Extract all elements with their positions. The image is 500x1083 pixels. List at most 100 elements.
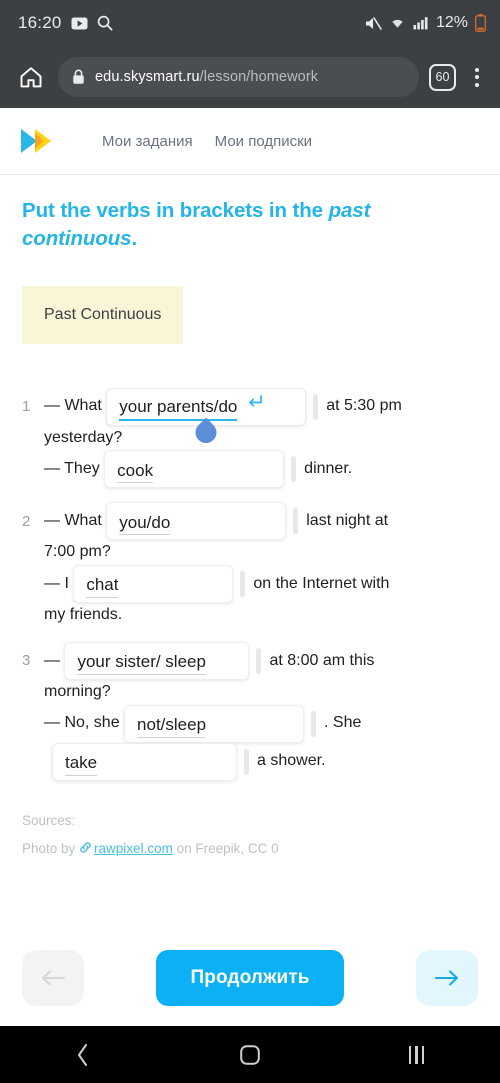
question-text: . She (324, 714, 362, 732)
answer-input-1[interactable]: your parents/do (106, 387, 307, 447)
site-header: Мои задания Мои подписки (0, 108, 500, 175)
enter-key-icon[interactable] (246, 393, 263, 418)
android-recents-button[interactable] (382, 1026, 452, 1083)
answer-input-5[interactable]: your sister/ sleep (64, 641, 250, 680)
question-text: — What (44, 397, 107, 415)
android-navigation-bar (0, 1026, 500, 1083)
answer-value: chat (86, 576, 119, 599)
home-square-icon (240, 1044, 260, 1065)
continue-button[interactable]: Продолжить (156, 950, 344, 1006)
question-text: my friends. (44, 606, 123, 624)
task-title-plain: Put the verbs in brackets in the (22, 199, 329, 222)
next-task-button[interactable] (416, 950, 478, 1006)
tab-count-button[interactable]: 60 (429, 63, 456, 91)
question-text: morning? (44, 682, 111, 700)
question-text: a shower. (257, 752, 326, 770)
question-number: 1 (22, 397, 31, 415)
source-link-rawpixel[interactable]: rawpixel.com (94, 841, 173, 856)
sources-prefix: Photo by (22, 841, 80, 857)
sources-suffix: on Freepik, CC 0 (172, 841, 279, 857)
answer-blank-wrapper: your sister/ sleep (64, 641, 269, 680)
youtube-icon (71, 17, 88, 30)
mute-icon (365, 16, 382, 31)
browser-home-button[interactable] (14, 60, 48, 94)
question-text: — (44, 651, 65, 669)
sources-heading: Sources: (22, 812, 76, 828)
home-icon (20, 67, 42, 88)
answer-value: you/do (119, 513, 171, 536)
battery-icon (475, 14, 486, 32)
sources-credit: Photo by rawpixel.com on Freepik, CC 0 (22, 835, 480, 863)
question-text: — What (44, 511, 107, 529)
question-line: take a shower. (22, 742, 480, 781)
question-line: yesterday? (22, 426, 480, 451)
question-text: — They (44, 459, 105, 477)
question-line: 1 — What your parents/do at 5:30 pm (22, 387, 480, 447)
question-line: morning? (22, 680, 480, 705)
android-status-bar: 16:20 12% (0, 0, 500, 46)
question-text: — No, she (44, 714, 125, 732)
answer-input-2[interactable]: cook (104, 450, 285, 489)
skysmart-logo[interactable] (18, 124, 64, 158)
kebab-dot (475, 67, 479, 72)
previous-task-button[interactable] (22, 950, 84, 1006)
task-title: Put the verbs in brackets in the past co… (22, 197, 480, 254)
wifi-icon (389, 16, 406, 30)
android-back-button[interactable] (48, 1026, 118, 1083)
status-bar-clock: 16:20 (18, 13, 62, 32)
question-text: 7:00 pm? (44, 543, 111, 561)
question-line: my friends. (22, 603, 480, 628)
blank-spacer (293, 508, 299, 535)
answer-blank-wrapper: your parents/do (106, 387, 326, 447)
answer-blank-wrapper: you/do (106, 502, 306, 541)
answer-blank-wrapper: not/sleep (124, 704, 324, 743)
question-item: 1 — What your parents/do at 5:30 pm yest… (22, 387, 480, 489)
question-number: 2 (22, 512, 31, 530)
browser-menu-button[interactable] (466, 67, 488, 87)
question-text: at 8:00 am this (269, 651, 375, 669)
sources-section: Sources: Photo by rawpixel.com on Freepi… (22, 807, 480, 864)
lock-icon (72, 69, 85, 85)
question-line: — No, she not/sleep . She (22, 704, 480, 743)
link-icon (79, 835, 92, 863)
blank-spacer (240, 571, 246, 598)
recents-bar (421, 1045, 425, 1064)
kebab-dot (475, 75, 479, 79)
question-text: last night at (306, 511, 389, 529)
answer-input-4[interactable]: chat (73, 565, 234, 604)
question-item: 3 — your sister/ sleep at 8:00 am this m… (22, 641, 480, 781)
answer-blank-wrapper: take (52, 742, 257, 781)
blank-spacer (244, 748, 249, 775)
recents-bar (408, 1045, 412, 1064)
url-path: /lesson/homework (199, 69, 319, 85)
answer-value: take (65, 753, 98, 776)
question-text: at 5:30 pm (326, 397, 402, 415)
answer-input-3[interactable]: you/do (106, 502, 287, 541)
answer-input-6[interactable]: not/sleep (124, 704, 305, 743)
question-line: 7:00 pm? (22, 540, 480, 565)
nav-item-my-subscriptions[interactable]: Мои подписки (215, 133, 312, 150)
nav-item-my-tasks[interactable]: Мои задания (102, 133, 193, 150)
task-content: Put the verbs in brackets in the past co… (0, 175, 500, 863)
url-domain: edu.skysmart.ru (95, 69, 200, 85)
blank-spacer (256, 647, 262, 674)
task-title-period: . (131, 227, 138, 251)
blank-spacer (313, 393, 319, 420)
questions-list: 1 — What your parents/do at 5:30 pm yest… (22, 387, 480, 781)
android-home-button[interactable] (215, 1026, 285, 1083)
answer-value: cook (117, 461, 154, 484)
blank-spacer (291, 456, 297, 483)
grammar-tag-badge: Past Continuous (22, 285, 184, 344)
question-text: yesterday? (44, 428, 123, 446)
signal-icon (413, 16, 429, 30)
answer-blank-wrapper: chat (73, 565, 253, 604)
browser-url-bar[interactable]: edu.skysmart.ru/lesson/homework (58, 57, 419, 97)
question-line: — They cook dinner. (22, 450, 480, 489)
answer-input-7[interactable]: take (52, 742, 237, 781)
question-text: on the Internet with (253, 574, 390, 592)
blank-spacer (311, 710, 317, 737)
question-item: 2 — What you/do last night at 7:00 pm? —… (22, 502, 480, 628)
url-text: edu.skysmart.ru/lesson/homework (95, 69, 318, 85)
search-icon (97, 15, 113, 31)
answer-value: not/sleep (137, 715, 207, 738)
